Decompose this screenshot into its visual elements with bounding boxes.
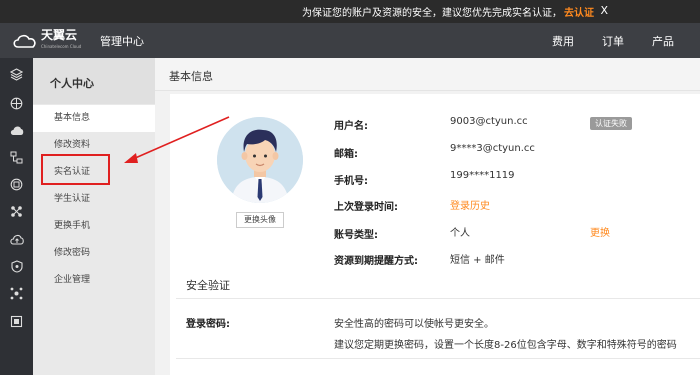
login-password-label: 登录密码: bbox=[186, 319, 230, 330]
side-menu: 个人中心 基本信息 修改资料 实名认证 学生认证 更换手机 修改密码 企业管理 bbox=[33, 58, 155, 375]
side-item-enterprise[interactable]: 企业管理 bbox=[33, 267, 155, 294]
change-avatar-button[interactable]: 更换头像 bbox=[236, 212, 284, 228]
account-type-label: 账号类型: bbox=[334, 230, 378, 241]
brand: 天翼云 Chinatelecom Cloud bbox=[41, 29, 81, 53]
verify-link[interactable]: 去认证 bbox=[564, 8, 594, 19]
email-value: 9****3@ctyun.cc bbox=[450, 143, 535, 154]
side-item-student-auth[interactable]: 学生认证 bbox=[33, 186, 155, 213]
phone-value: 199****1119 bbox=[450, 170, 515, 181]
shield-icon[interactable] bbox=[9, 259, 24, 274]
nav-orders[interactable]: 订单 bbox=[588, 33, 638, 49]
side-item-change-password[interactable]: 修改密码 bbox=[33, 240, 155, 267]
password-tip-line1: 安全性高的密码可以使帐号更安全。 bbox=[334, 319, 494, 330]
storage-icon[interactable] bbox=[9, 314, 24, 329]
divider bbox=[176, 358, 700, 359]
username-label: 用户名: bbox=[334, 121, 368, 132]
cloud-up-icon[interactable] bbox=[9, 232, 24, 247]
expiry-reminder-label: 资源到期提醒方式: bbox=[334, 256, 418, 267]
login-history-link[interactable]: 登录历史 bbox=[450, 197, 490, 212]
avatar bbox=[217, 117, 303, 203]
nav-billing[interactable]: 费用 bbox=[538, 33, 588, 49]
avatar-illustration bbox=[217, 117, 303, 203]
logo[interactable]: 天翼云 Chinatelecom Cloud bbox=[12, 29, 94, 53]
security-section-title: 安全验证 bbox=[186, 279, 230, 292]
side-item-basic-info[interactable]: 基本信息 bbox=[33, 105, 155, 132]
email-label: 邮箱: bbox=[334, 149, 358, 160]
change-account-type-link[interactable]: 更换 bbox=[590, 224, 610, 239]
brand-sub: Chinatelecom Cloud bbox=[41, 43, 82, 49]
layers-icon[interactable] bbox=[9, 67, 24, 82]
page-title: 基本信息 bbox=[169, 70, 213, 83]
management-center-link[interactable]: 管理中心 bbox=[100, 33, 144, 49]
account-type-value: 个人 bbox=[450, 228, 470, 239]
monitor-icon[interactable] bbox=[9, 177, 24, 192]
main-header: 基本信息 bbox=[155, 58, 700, 91]
cluster-icon[interactable] bbox=[9, 286, 24, 301]
network-icon[interactable] bbox=[9, 150, 24, 165]
expiry-reminder-value: 短信 + 邮件 bbox=[450, 255, 505, 266]
side-item-change-phone[interactable]: 更换手机 bbox=[33, 213, 155, 240]
notice-bar: 为保证您的账户及资源的安全，建议您优先完成实名认证， 去认证 X bbox=[0, 0, 700, 23]
cloud-logo-icon bbox=[13, 34, 36, 48]
password-tip-line2: 建议您定期更换密码，设置一个长度8-26位包含字母、数字和特殊符号的密码 bbox=[334, 340, 677, 351]
close-icon[interactable]: X bbox=[600, 4, 608, 17]
icon-rail bbox=[0, 58, 33, 375]
globe-icon[interactable] bbox=[9, 96, 24, 111]
auth-status-badge: 认证失败 bbox=[590, 117, 632, 130]
notice-message: 为保证您的账户及资源的安全，建议您优先完成实名认证， bbox=[302, 8, 562, 19]
notice-content: 为保证您的账户及资源的安全，建议您优先完成实名认证， 去认证 bbox=[302, 4, 594, 19]
top-header: 天翼云 Chinatelecom Cloud 管理中心 费用 订单 产品 bbox=[0, 23, 700, 58]
divider bbox=[176, 298, 700, 299]
username-value: 9003@ctyun.cc bbox=[450, 116, 528, 127]
nodes-icon[interactable] bbox=[9, 204, 24, 219]
nav-products[interactable]: 产品 bbox=[638, 33, 688, 49]
phone-label: 手机号: bbox=[334, 176, 368, 187]
top-nav: 费用 订单 产品 bbox=[538, 33, 688, 49]
annotation-highlight-box bbox=[41, 154, 110, 185]
cloud-icon[interactable] bbox=[9, 123, 24, 138]
last-login-label: 上次登录时间: bbox=[334, 202, 398, 213]
side-menu-title: 个人中心 bbox=[50, 77, 94, 90]
brand-name: 天翼云 bbox=[41, 27, 78, 42]
